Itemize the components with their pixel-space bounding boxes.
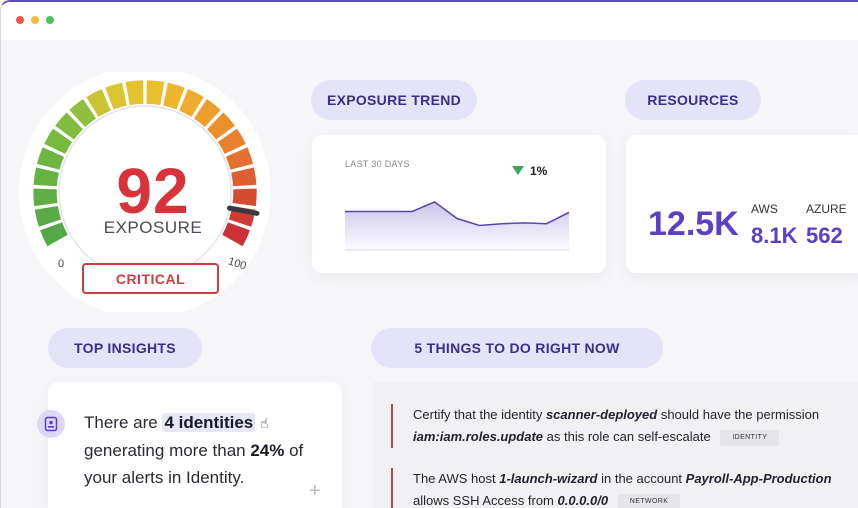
todo-text: in the account xyxy=(597,471,686,486)
identity-name: scanner-deployed xyxy=(545,407,658,422)
insight-mid: generating more than xyxy=(84,441,251,460)
todo-text: should have the permission xyxy=(657,407,820,422)
minimize-window-button[interactable] xyxy=(31,16,39,24)
close-window-button[interactable] xyxy=(16,16,24,24)
network-tag[interactable]: NETWORK xyxy=(617,493,681,508)
exposure-gauge: 92 EXPOSURE CRITICAL 0 100 xyxy=(9,72,299,312)
app-window: 92 EXPOSURE CRITICAL 0 100 EXPOSURE TREN… xyxy=(0,0,858,508)
host-name: 1-launch-wizard xyxy=(499,471,598,486)
exposure-score: 92 xyxy=(116,155,190,227)
severity-badge: CRITICAL xyxy=(82,263,219,294)
resources-pill[interactable]: RESOURCES xyxy=(625,80,761,120)
permission-name: iam:iam.roles.update xyxy=(413,429,544,444)
top-insights-pill[interactable]: TOP INSIGHTS xyxy=(48,328,202,368)
account-name: Payroll-App-Production xyxy=(685,471,832,486)
todo-text: allows SSH Access from xyxy=(413,493,558,508)
id-badge-icon xyxy=(37,410,65,438)
todo-text: as this role can self-escalate xyxy=(543,429,711,444)
gauge-segment xyxy=(231,187,258,207)
todo-list: Certify that the identity scanner-deploy… xyxy=(373,382,858,508)
insight-end: your alerts in Identity. xyxy=(84,468,245,487)
insight-suffix: of xyxy=(284,441,304,460)
pointer-hand-icon: ☝ xyxy=(259,415,269,431)
azure-value: 562 xyxy=(806,223,843,248)
todo-text: Certify that the identity xyxy=(413,407,546,422)
insight-percent: 24% xyxy=(250,441,285,460)
add-insight-button[interactable]: + xyxy=(309,480,321,503)
title-bar xyxy=(1,2,858,40)
todo-item[interactable]: Certify that the identity scanner-deploy… xyxy=(391,404,851,448)
aws-value: 8.1K xyxy=(751,223,798,248)
resources-total: 12.5K xyxy=(648,205,739,243)
ip-range: 0.0.0.0/0 xyxy=(557,493,609,508)
todo-text: The AWS host xyxy=(413,471,500,486)
exposure-trend-card[interactable]: LAST 30 DAYS 1% xyxy=(312,135,606,273)
trend-line-chart xyxy=(345,200,570,251)
gauge-min-label: 0 xyxy=(58,258,65,270)
exposure-trend-pill[interactable]: EXPOSURE TREND xyxy=(311,80,477,120)
insight-prefix: There are xyxy=(84,413,163,432)
maximize-window-button[interactable] xyxy=(46,16,54,24)
identity-tag[interactable]: IDENTITY xyxy=(720,429,780,446)
exposure-label: EXPOSURE xyxy=(103,218,203,237)
todo-item[interactable]: The AWS host 1-launch-wizard in the acco… xyxy=(391,468,851,508)
resources-card[interactable]: 12.5K AWS 8.1K AZURE 562 xyxy=(626,135,858,273)
things-to-do-pill[interactable]: 5 THINGS TO DO RIGHT NOW xyxy=(371,328,663,368)
insight-identities-link[interactable]: 4 identities xyxy=(162,413,256,432)
aws-label: AWS xyxy=(751,202,778,216)
trend-area xyxy=(345,201,569,250)
insight-text: There are 4 identities ☝ generating more… xyxy=(84,409,334,491)
gauge-segment xyxy=(32,187,59,207)
azure-label: AZURE xyxy=(806,202,847,216)
